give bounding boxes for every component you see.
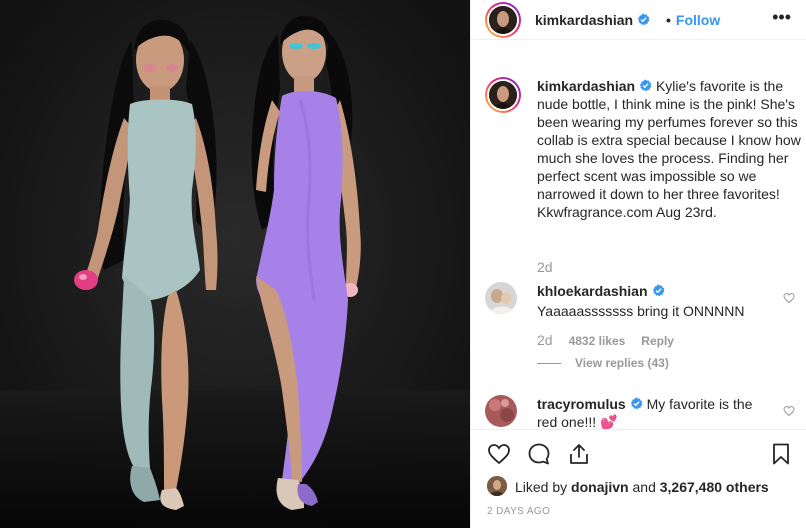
like-heart-icon[interactable] bbox=[487, 442, 511, 466]
follow-label: Follow bbox=[675, 12, 721, 28]
comment-text: Yaaaaasssssss bring it ONNNNN bbox=[537, 303, 745, 319]
caption-text: Kylie's favorite is the nude bottle, I t… bbox=[537, 78, 801, 220]
photo-illustration bbox=[0, 0, 470, 528]
likes-summary: Liked by donajivn and 3,267,480 others bbox=[487, 472, 797, 496]
action-bar bbox=[471, 429, 806, 473]
liker-avatar[interactable] bbox=[487, 476, 507, 496]
replies-line bbox=[537, 363, 561, 365]
comment-username[interactable]: tracyromulus bbox=[537, 396, 626, 412]
comment-text-block: khloekardashian Yaaaaasssssss bring it O… bbox=[537, 282, 777, 320]
comment-like-heart-icon[interactable] bbox=[783, 292, 795, 304]
caption-avatar[interactable] bbox=[485, 77, 521, 113]
author-username-text: kimkardashian bbox=[535, 12, 634, 28]
follow-dot: • bbox=[666, 12, 671, 28]
comment-likes[interactable]: 4832 likes bbox=[569, 334, 626, 348]
likes-count[interactable]: 3,267,480 others bbox=[660, 479, 769, 495]
save-bookmark-icon[interactable] bbox=[769, 442, 793, 466]
comment-text-block: tracyromulus My favorite is the red one!… bbox=[537, 395, 767, 429]
view-replies-button[interactable]: View replies (43) bbox=[537, 356, 669, 370]
reply-button[interactable]: Reply bbox=[641, 334, 674, 348]
comment-meta: 2d 4832 likes Reply bbox=[537, 332, 674, 348]
comment-avatar[interactable] bbox=[485, 282, 517, 314]
comment-age[interactable]: 2d bbox=[537, 332, 553, 348]
caption-username[interactable]: kimkardashian bbox=[537, 78, 635, 94]
likes-prefix: Liked by bbox=[515, 479, 572, 495]
comment-username[interactable]: khloekardashian bbox=[537, 283, 648, 299]
comment-bubble-icon[interactable] bbox=[527, 442, 551, 466]
view-replies-label: View replies (43) bbox=[575, 356, 669, 370]
post-header: kimkardashian • Follow ••• bbox=[471, 0, 806, 40]
caption-age[interactable]: 2d bbox=[537, 259, 553, 275]
caption-text-block: kimkardashian Kylie's favorite is the nu… bbox=[537, 77, 806, 221]
comment-like-heart-icon[interactable] bbox=[783, 405, 795, 417]
author-username[interactable]: kimkardashian bbox=[535, 12, 650, 28]
liker-username[interactable]: donajivn bbox=[571, 479, 629, 495]
follow-button[interactable]: • Follow bbox=[666, 12, 720, 28]
share-icon[interactable] bbox=[567, 442, 591, 466]
more-options-icon[interactable]: ••• bbox=[772, 8, 791, 26]
comment-avatar[interactable] bbox=[485, 395, 517, 427]
likes-text: Liked by donajivn and 3,267,480 others bbox=[515, 479, 769, 495]
comments-area[interactable]: kimkardashian Kylie's favorite is the nu… bbox=[471, 57, 806, 429]
author-avatar[interactable] bbox=[485, 2, 521, 38]
verified-badge-icon bbox=[639, 79, 652, 92]
verified-badge-icon bbox=[652, 284, 664, 297]
post-photo[interactable] bbox=[0, 0, 470, 528]
post-timestamp[interactable]: 2 DAYS AGO bbox=[487, 506, 550, 517]
verified-badge-icon bbox=[637, 13, 650, 26]
verified-badge-icon bbox=[630, 397, 643, 410]
likes-middle: and bbox=[628, 479, 660, 495]
post-side-panel: kimkardashian • Follow ••• kimkardashian … bbox=[470, 0, 806, 528]
